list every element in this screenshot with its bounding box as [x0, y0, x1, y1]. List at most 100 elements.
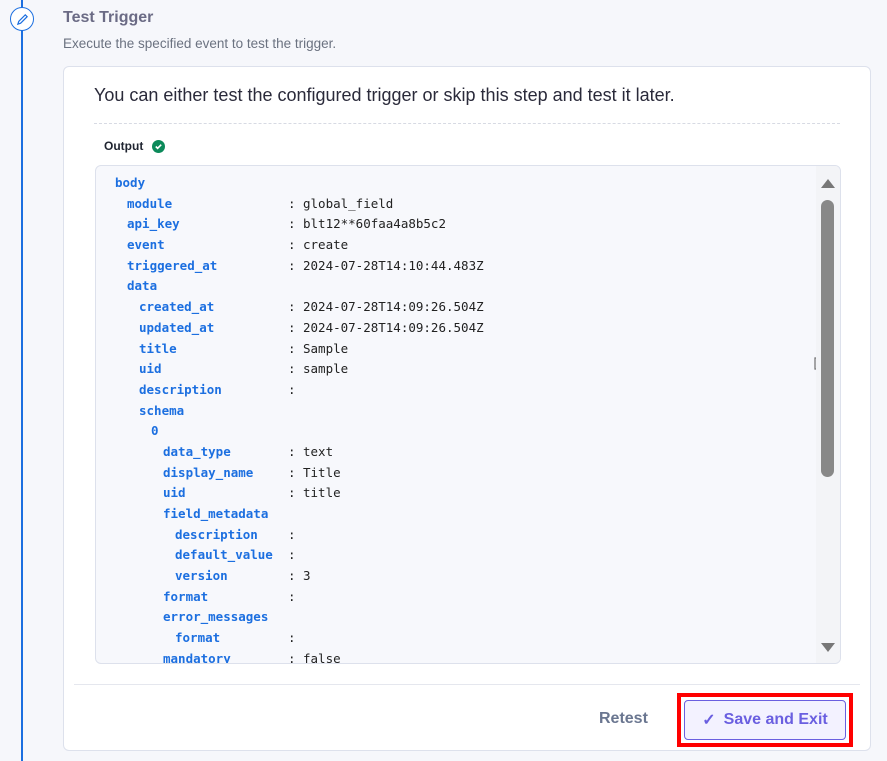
row-value: create — [303, 237, 349, 253]
row-value: global_field — [303, 195, 394, 211]
row-key: error_messages — [163, 609, 269, 625]
timeline-rail — [21, 0, 23, 761]
row-value: sample — [303, 361, 349, 377]
row-colon: : — [288, 443, 296, 459]
row-colon: : — [288, 485, 296, 501]
row-colon: : — [288, 340, 296, 356]
row-key: mandatory — [163, 650, 231, 664]
row-key: 0 — [151, 423, 159, 439]
row-key: version — [175, 568, 228, 584]
output-row: created_at:2024-07-28T14:09:26.504Z — [96, 299, 796, 320]
step-title: Test Trigger — [63, 9, 154, 26]
retest-button[interactable]: Retest — [599, 710, 648, 728]
row-key: module — [127, 195, 173, 211]
output-row: updated_at:2024-07-28T14:09:26.504Z — [96, 320, 796, 341]
row-key: created_at — [139, 299, 215, 315]
row-colon: : — [288, 464, 296, 480]
row-colon: : — [288, 361, 296, 377]
row-key: schema — [139, 402, 185, 418]
intro-text: You can either test the configured trigg… — [94, 85, 675, 105]
output-row: version:3 — [96, 568, 796, 589]
row-key: api_key — [127, 216, 180, 232]
output-row: description: — [96, 527, 796, 548]
row-key: body — [115, 175, 146, 190]
row-key: format — [163, 588, 209, 604]
output-rows: body module: global_field api_key: blt12**60… — [96, 175, 796, 664]
row-value: 2024-07-28T14:09:26.504Z — [303, 299, 484, 315]
scroll-down-arrow-icon[interactable] — [821, 643, 835, 652]
output-row: error_messages — [96, 609, 796, 630]
output-row: field_metadata — [96, 506, 796, 527]
output-row: body — [96, 175, 796, 196]
row-colon: : — [288, 568, 296, 584]
scrollbar-thumb[interactable] — [821, 200, 834, 477]
row-colon: : — [288, 547, 296, 563]
row-value: blt12**60faa4a8b5c2 — [303, 216, 446, 232]
row-key: uid — [163, 485, 186, 501]
row-key: uid — [139, 361, 162, 377]
save-and-exit-button[interactable]: ✓ Save and Exit — [684, 700, 846, 740]
output-row: uid: title — [96, 485, 796, 506]
row-value: text — [303, 443, 334, 459]
row-colon: : — [288, 257, 296, 273]
output-row: display_name: Title — [96, 465, 796, 486]
checkmark-icon: ✓ — [702, 712, 716, 729]
row-key: default_value — [175, 547, 273, 563]
row-colon: : — [288, 381, 296, 397]
output-row: uid: sample — [96, 361, 796, 382]
scroll-up-arrow-icon[interactable] — [821, 179, 835, 188]
row-colon: : — [288, 630, 296, 646]
output-row: mandatory: false — [96, 650, 796, 664]
output-row: module: global_field — [96, 196, 796, 217]
row-colon: : — [288, 195, 296, 211]
row-key: description — [175, 526, 258, 542]
step-subtitle: Execute the specified event to test the … — [63, 36, 337, 51]
output-viewer[interactable]: body module: global_field api_key: blt12**60… — [95, 165, 841, 664]
row-value: 2024-07-28T14:09:26.504Z — [303, 319, 484, 335]
row-colon: : — [288, 216, 296, 232]
output-row: description: — [96, 382, 796, 403]
output-row: 0 — [96, 423, 796, 444]
row-key: data_type — [163, 443, 231, 459]
row-colon: : — [288, 319, 296, 335]
row-value: Sample — [303, 340, 349, 356]
row-value: 2024-07-28T14:10:44.483Z — [303, 257, 484, 273]
row-key: description — [139, 381, 222, 397]
row-colon: : — [288, 237, 296, 253]
row-key: title — [139, 340, 177, 356]
row-key: event — [127, 237, 165, 253]
row-key: updated_at — [139, 319, 215, 335]
save-label: Save and Exit — [723, 711, 828, 728]
output-row: triggered_at:2024-07-28T14:10:44.483Z — [96, 258, 796, 279]
test-trigger-card: You can either test the configured trigg… — [63, 66, 871, 751]
row-key: format — [175, 630, 221, 646]
divider — [94, 123, 840, 124]
row-value: 3 — [303, 568, 311, 584]
output-row: format: — [96, 630, 796, 651]
output-row: schema — [96, 403, 796, 424]
row-key: data — [127, 278, 158, 294]
scrollbar[interactable] — [816, 166, 840, 663]
success-check-icon — [152, 139, 166, 153]
output-row: data_type: text — [96, 444, 796, 465]
row-value: false — [303, 650, 341, 664]
row-colon: : — [288, 650, 296, 664]
pencil-icon — [10, 7, 34, 31]
output-label: Output — [104, 139, 144, 153]
row-colon: : — [288, 588, 296, 604]
row-value: Title — [303, 464, 341, 480]
row-colon: : — [288, 299, 296, 315]
row-colon: : — [288, 526, 296, 542]
output-row: event: create — [96, 237, 796, 258]
output-row: default_value: — [96, 547, 796, 568]
footer-divider — [74, 684, 860, 685]
output-header: Output — [104, 139, 166, 153]
row-key: display_name — [163, 464, 254, 480]
output-row: data — [96, 278, 796, 299]
row-key: field_metadata — [163, 506, 269, 521]
row-key: triggered_at — [127, 257, 218, 273]
row-value: title — [303, 485, 341, 501]
output-row: title: Sample — [96, 341, 796, 362]
output-row: api_key: blt12**60faa4a8b5c2 — [96, 216, 796, 237]
output-row: format: — [96, 589, 796, 610]
